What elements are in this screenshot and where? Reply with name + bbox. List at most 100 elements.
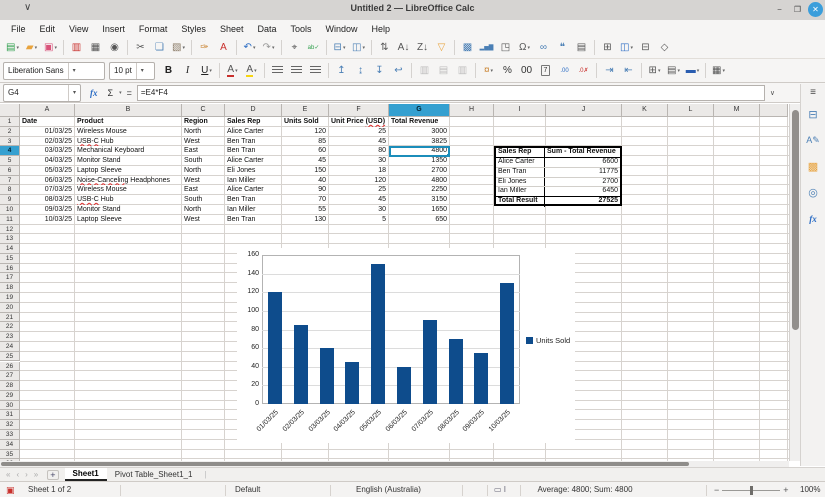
chevron-down-icon[interactable]: ▾ [182,45,185,51]
font-color-button[interactable]: A▾ [224,62,241,80]
special-character-button[interactable]: Ω▾ [516,39,533,57]
cell-A6[interactable]: 05/03/25 [21,166,73,176]
increase-indent-button[interactable]: ⇥ [601,62,618,80]
cell-cursor[interactable] [389,146,450,157]
cut-button[interactable]: ✂ [132,39,149,57]
pivot-cell[interactable]: 27525 [545,197,620,207]
cell-F6[interactable]: 18 [330,166,387,176]
menu-help[interactable]: Help [365,23,398,35]
cell-C3[interactable]: West [183,137,223,147]
cell-B1[interactable]: Product [76,117,180,127]
cell-G5[interactable]: 1350 [390,156,448,166]
align-bottom-button[interactable]: ↧ [371,62,388,80]
insert-hyperlink-button[interactable]: ∞ [535,39,552,57]
cell-C7[interactable]: West [183,176,223,186]
cell-D8[interactable]: Alice Carter [226,185,280,195]
sheet-tab-pivot-table-sheet1-1[interactable]: Pivot Table_Sheet1_1 [107,469,201,480]
cell-B9[interactable]: USB-C Hub [76,195,180,205]
sidebar-gallery-icon[interactable]: ▩ [804,157,823,176]
cell-B4[interactable]: Mechanical Keyboard [76,146,180,156]
row-header-20[interactable]: 20 [0,303,20,313]
pivot-cell[interactable]: 6450 [545,187,620,196]
column-header-E[interactable]: E [282,104,329,117]
embedded-chart[interactable]: 02040608010012014016001/03/2502/03/2503/… [237,248,575,443]
pivot-cell[interactable]: 11775 [545,168,620,177]
row-header-23[interactable]: 23 [0,332,20,342]
formula-input[interactable] [137,85,765,101]
pivot-cell[interactable]: 6600 [545,158,620,167]
cell-F7[interactable]: 120 [330,176,387,186]
cell-A1[interactable]: Date [21,117,73,127]
menu-sheet[interactable]: Sheet [213,23,251,35]
row-header-24[interactable]: 24 [0,342,20,352]
chevron-down-icon[interactable]: ▾ [491,68,494,74]
chevron-down-icon[interactable]: ▾ [16,45,19,51]
format-currency-button[interactable]: ¤▾ [480,62,497,80]
column-header-M[interactable]: M [714,104,760,117]
unmerge-cells-button[interactable]: ▥ [454,62,471,80]
cell-F11[interactable]: 5 [330,215,387,225]
font-name-combobox[interactable]: Liberation Sans ▾ [3,62,105,80]
cell-B3[interactable]: USB-C Hub [76,137,180,147]
chevron-down-icon[interactable]: ▾ [677,68,680,74]
row-header-27[interactable]: 27 [0,371,20,381]
cell-G2[interactable]: 3000 [390,127,448,137]
center-vertically-button[interactable]: ↨ [352,62,369,80]
sidebar-functions-icon[interactable]: fx [804,209,823,228]
menu-view[interactable]: View [62,23,95,35]
format-percent-button[interactable]: % [499,62,516,80]
row-header-21[interactable]: 21 [0,313,20,323]
cell-G3[interactable]: 3825 [390,137,448,147]
pivot-cell[interactable]: Ian Miller [496,187,545,196]
sidebar-settings-icon[interactable]: ≡ [801,87,825,98]
chevron-down-icon[interactable]: ▾ [68,63,80,79]
chevron-down-icon[interactable]: ▾ [235,68,238,74]
row-header-33[interactable]: 33 [0,430,20,440]
merge-cells-button[interactable]: ▤ [435,62,452,80]
row-header-9[interactable]: 9 [0,195,20,205]
column-header-A[interactable]: A [20,104,75,117]
cell-F2[interactable]: 25 [330,127,387,137]
wrap-text-button[interactable]: ↩ [390,62,407,80]
cell-B11[interactable]: Laptop Sleeve [76,215,180,225]
cell-G6[interactable]: 2700 [390,166,448,176]
cell-cursor-handle[interactable] [447,154,450,157]
export-pdf-button[interactable]: ▥ [68,39,85,57]
align-top-button[interactable]: ↥ [333,62,350,80]
cell-D9[interactable]: Ben Tran [226,195,280,205]
merge-center-cells-button[interactable]: ▥ [416,62,433,80]
cell-F8[interactable]: 25 [330,185,387,195]
font-size-combobox[interactable]: 10 pt ▾ [109,62,155,80]
sidebar-properties-icon[interactable]: ⊟ [804,105,823,124]
format-date-button[interactable]: 7 [537,62,554,80]
pivot-cell[interactable]: Eli Jones [496,178,545,187]
cell-E2[interactable]: 120 [283,127,327,137]
cell-B10[interactable]: Monitor Stand [76,205,180,215]
insert-image-button[interactable]: ▩ [459,39,476,57]
menu-tools[interactable]: Tools [283,23,318,35]
underline-button[interactable]: U▾ [198,62,215,80]
cell-B5[interactable]: Monitor Stand [76,156,180,166]
cell-D7[interactable]: Ian Miller [226,176,280,186]
cell-A9[interactable]: 08/03/25 [21,195,73,205]
zoom-level[interactable]: 100% [800,485,820,494]
autosum-button[interactable]: Σ [103,88,119,98]
maximize-button[interactable]: ❐ [790,2,805,17]
menu-edit[interactable]: Edit [33,23,63,35]
chevron-down-icon[interactable]: ▾ [697,68,700,74]
row-header-29[interactable]: 29 [0,391,20,401]
cell-F3[interactable]: 45 [330,137,387,147]
menu-format[interactable]: Format [132,23,175,35]
menu-styles[interactable]: Styles [174,23,213,35]
add-sheet-button[interactable]: + [47,470,58,480]
cell-A10[interactable]: 09/03/25 [21,205,73,215]
print-preview-button[interactable]: ◉ [106,39,123,57]
pivot-cell[interactable]: Sum - Total Revenue [545,148,620,157]
cell-G11[interactable]: 650 [390,215,448,225]
cell-A2[interactable]: 01/03/25 [21,127,73,137]
chevron-down-icon[interactable]: ▾ [630,45,633,51]
page-style-status[interactable]: Default [235,485,260,494]
cell-F1[interactable]: Unit Price (USD) [330,117,387,127]
cell-F5[interactable]: 30 [330,156,387,166]
column-header-J[interactable]: J [546,104,622,117]
